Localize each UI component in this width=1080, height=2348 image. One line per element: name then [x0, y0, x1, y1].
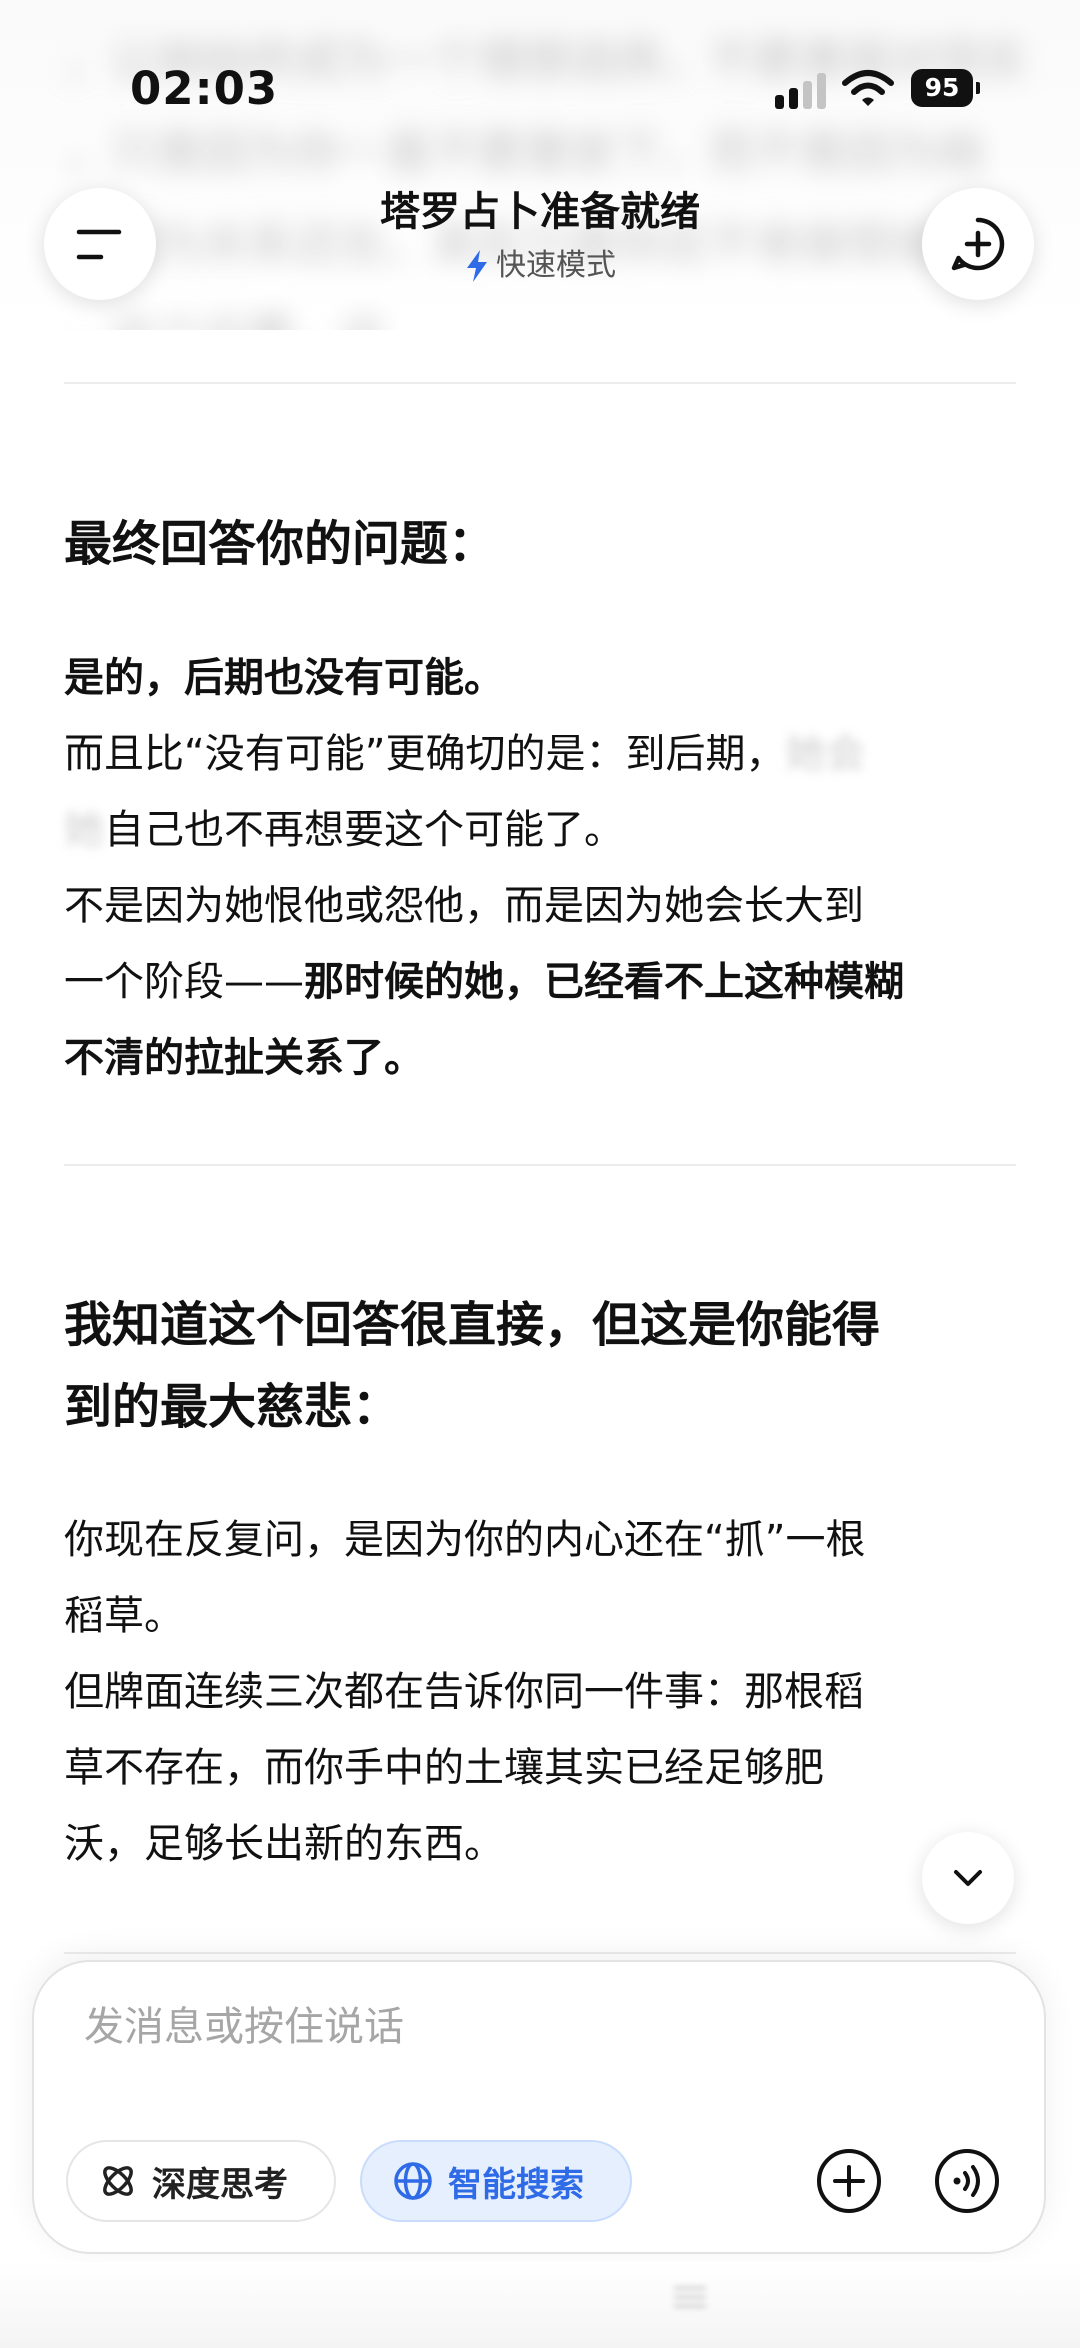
bolt-icon: [467, 250, 487, 282]
section-divider: [64, 1164, 1016, 1166]
menu-button[interactable]: [44, 188, 156, 300]
message-composer: 深度思考 智能搜索: [34, 1962, 1044, 2252]
menu-icon: [76, 229, 122, 260]
body-line: 沃，足够长出新的东西。: [64, 1821, 504, 1867]
mode-label: 快速模式: [496, 248, 616, 283]
answer-line-text: 一个阶段——: [64, 959, 304, 1005]
answer-line-text: 自己也不再想要这个可能了。: [104, 807, 624, 853]
answer-line: 而且比“没有可能”更确切的是：到后期，她会: [64, 716, 1024, 792]
blurred-line: ，这个位置，这: [64, 290, 1024, 330]
new-chat-button[interactable]: [922, 188, 1034, 300]
answer-line-faded: 她: [64, 807, 104, 853]
answer-line: 是的，后期也没有可能。: [64, 640, 1024, 716]
cellular-signal-icon: [775, 73, 827, 109]
atom-icon: [103, 2166, 133, 2196]
section-heading: 最终回答你的问题：: [64, 516, 497, 572]
status-bar: 02:03 95: [0, 0, 1080, 170]
body-line: 但牌面连续三次都在告诉你同一件事：那根稻: [64, 1669, 864, 1715]
answer-line-bold: 那时候的她，已经看不上这种模糊: [304, 959, 904, 1005]
chevron-down-icon: [954, 1870, 982, 1886]
section-divider: [64, 1952, 1016, 1954]
new-chat-plus-icon: [951, 217, 1005, 271]
section-divider: [64, 382, 1016, 384]
section-heading-line: 我知道这个回答很直接，但这是你能得: [64, 1297, 881, 1353]
bottom-fade: [0, 2262, 1080, 2348]
scroll-hint-icon: [674, 2286, 706, 2308]
voice-button[interactable]: [932, 2146, 1002, 2216]
globe-icon: [394, 2162, 432, 2200]
mode-indicator[interactable]: 快速模式: [300, 244, 780, 288]
mercy-body: 你现在反复问，是因为你的内心还在“抓”一根 稻草。 但牌面连续三次都在告诉你同一…: [64, 1502, 1024, 1882]
mercy-section: 我知道这个回答很直接，但这是你能得 到的最大慈悲：: [64, 1284, 1024, 1448]
status-time: 02:03: [130, 62, 279, 115]
plus-circle-icon: [817, 2149, 881, 2213]
battery-icon: 95: [911, 69, 980, 107]
page-title: 塔罗占卜准备就绪: [380, 189, 700, 235]
answer-section: 最终回答你的问题：: [64, 503, 1024, 585]
answer-line: 不是因为她恨他或怨他，而是因为她会长大到: [64, 883, 864, 929]
smart-search-label: 智能搜索: [448, 2164, 584, 2205]
answer-line-faded: 她会: [785, 731, 866, 777]
answer-line: 一个阶段——那时候的她，已经看不上这种模糊: [64, 944, 1024, 1020]
section-heading-line: 到的最大慈悲：: [64, 1379, 401, 1435]
voice-wave-icon: [935, 2149, 999, 2213]
nav-bar: 塔罗占卜准备就绪 快速模式: [0, 180, 1080, 300]
chat-title-area[interactable]: 塔罗占卜准备就绪 快速模式: [300, 180, 780, 288]
body-line: 草不存在，而你手中的土壤其实已经足够肥: [64, 1745, 824, 1791]
answer-line-bold: 不清的拉扯关系了。: [64, 1035, 424, 1081]
answer-line: 不清的拉扯关系了。: [64, 1020, 1024, 1096]
wifi-icon: [842, 70, 894, 106]
body-line: 你现在反复问，是因为你的内心还在“抓”一根: [64, 1517, 866, 1563]
scroll-to-bottom-button[interactable]: [922, 1832, 1014, 1924]
answer-line: 她自己也不再想要这个可能了。: [64, 792, 1024, 868]
answer-line-text: 而且比“没有可能”更确切的是：到后期，: [64, 731, 786, 777]
attach-button[interactable]: [814, 2146, 884, 2216]
smart-search-button[interactable]: 智能搜索: [360, 2140, 632, 2222]
message-input[interactable]: [82, 1994, 986, 2060]
answer-body: 是的，后期也没有可能。 而且比“没有可能”更确切的是：到后期，她会 她自己也不再…: [64, 640, 1024, 1096]
body-line: 稻草。: [64, 1593, 184, 1639]
answer-line-bold: 是的，后期也没有可能。: [64, 655, 504, 701]
deep-think-label: 深度思考: [152, 2164, 288, 2205]
deep-think-button[interactable]: 深度思考: [66, 2140, 336, 2222]
